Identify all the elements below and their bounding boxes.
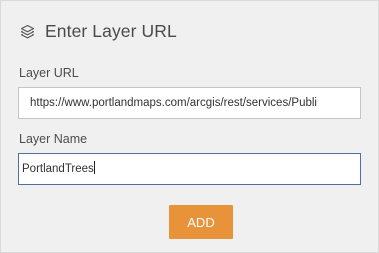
layer-name-input[interactable]: PortlandTrees [18,153,361,185]
page-title: Enter Layer URL [45,20,177,41]
layer-name-label: Layer Name [19,132,88,146]
add-button[interactable]: ADD [169,205,233,239]
layers-icon [19,23,36,40]
layer-url-label: Layer URL [19,66,79,80]
layer-name-value: PortlandTrees [22,163,94,175]
layer-url-value: https://www.portlandmaps.com/arcgis/rest… [30,97,317,109]
text-caret [93,161,95,175]
layer-url-input[interactable]: https://www.portlandmaps.com/arcgis/rest… [18,87,361,119]
enter-layer-url-panel: Enter Layer URL Layer URL https://www.po… [0,0,379,253]
panel-header: Enter Layer URL [19,20,177,42]
